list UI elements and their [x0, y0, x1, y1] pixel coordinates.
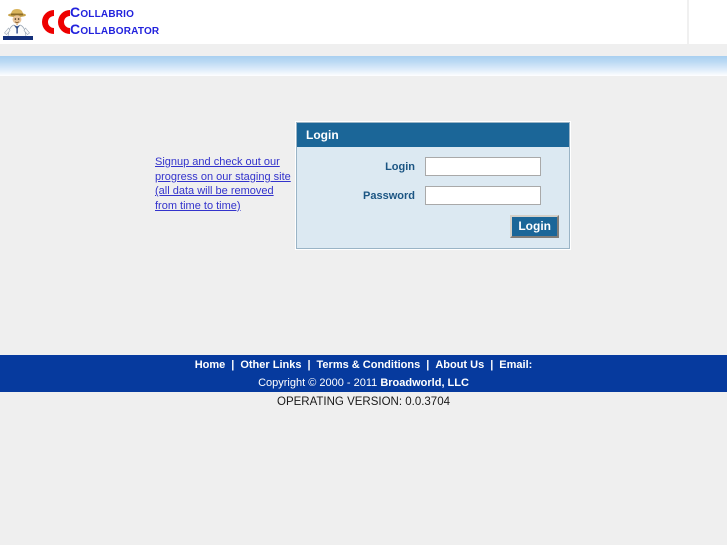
footer-bar: Home | Other Links | Terms & Conditions | Abou… [0, 355, 727, 392]
footer-nav: Home | Other Links | Terms & Conditions | Abou… [0, 355, 727, 373]
brand-line1-rest: OLLABRIO [80, 9, 135, 20]
page-header: COLLABRIO COLLABORATOR [0, 0, 727, 44]
password-field-label: Password [363, 189, 415, 202]
brand-line-collabrio: COLLABRIO [70, 5, 159, 22]
signup-staging-link[interactable]: Signup and check out our progress on our… [155, 155, 291, 213]
footer-copyright: Copyright © 2000 - 2011 Broadworld, LLC [0, 373, 727, 390]
password-field-row: Password [305, 186, 561, 205]
brand-line2-cap: C [70, 21, 81, 37]
login-input[interactable] [425, 157, 541, 176]
copyright-prefix: Copyright © 2000 - 2011 [258, 377, 381, 389]
password-input[interactable] [425, 186, 541, 205]
footer-link-home[interactable]: Home [195, 359, 226, 371]
header-divider [687, 0, 689, 44]
login-panel-title: Login [297, 123, 569, 147]
login-field-label: Login [385, 160, 415, 173]
copyright-company: Broadworld, LLC [380, 377, 469, 389]
footer-separator: | [426, 359, 430, 371]
footer-link-terms-conditions[interactable]: Terms & Conditions [317, 359, 421, 371]
brand-line-collaborator: COLLABORATOR [70, 22, 159, 39]
login-actions: Login [305, 215, 561, 238]
login-submit-button[interactable]: Login [510, 215, 559, 238]
header-spacer [0, 44, 727, 56]
login-panel-body: Login Password Login [297, 147, 569, 248]
login-field-row: Login [305, 157, 561, 176]
footer-link-other-links[interactable]: Other Links [240, 359, 301, 371]
footer-link-email[interactable]: Email: [499, 359, 532, 371]
footer-separator: | [490, 359, 494, 371]
gradient-band [0, 56, 727, 76]
brand-line2-rest: OLLABORATOR [80, 26, 160, 37]
mascot-figure-icon [2, 6, 34, 40]
brand-text: COLLABRIO COLLABORATOR [70, 5, 159, 39]
footer-link-about-us[interactable]: About Us [435, 359, 484, 371]
footer-separator: | [231, 359, 235, 371]
login-panel: Login Login Password Login [296, 122, 570, 249]
operating-version: OPERATING VERSION: 0.0.3704 [277, 396, 450, 408]
footer-separator: | [307, 359, 311, 371]
brand-logo[interactable]: COLLABRIO COLLABORATOR [0, 0, 159, 44]
brand-line1-cap: C [70, 4, 81, 20]
page-background [0, 392, 727, 545]
